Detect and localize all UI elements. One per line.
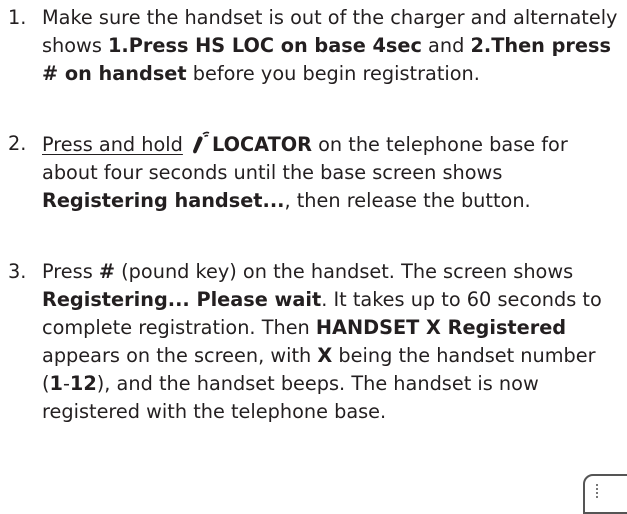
step-number: 2.: [8, 132, 27, 155]
handset-variable: X: [317, 344, 333, 367]
key-name: #: [98, 260, 116, 283]
range-start: 1: [49, 372, 63, 395]
step-text: (pound key) on the handset. The screen s…: [115, 260, 574, 283]
step-number: 3.: [8, 260, 27, 283]
screen-message: 1.Press HS LOC on base 4sec: [108, 34, 422, 57]
step-action: Press and hold: [42, 133, 183, 156]
button-name: LOCATOR: [212, 133, 312, 156]
step-text: appears on the screen, with: [42, 344, 318, 367]
step-3: 3. Press # (pound key) on the handset. T…: [8, 258, 620, 426]
step-text: Press: [42, 260, 99, 283]
step-2: 2. Press and hold LOCATOR on the telepho…: [8, 130, 620, 215]
screen-message: Registering handset...: [42, 189, 285, 212]
step-1: 1. Make sure the handset is out of the c…: [8, 4, 620, 88]
step-text: ), and the handset beeps. The handset is…: [42, 372, 539, 423]
step-text: before you begin registration.: [186, 62, 480, 85]
step-text: and: [421, 34, 471, 57]
screen-message: Registering... Please wait: [42, 288, 322, 311]
screen-message: HANDSET X Registered: [315, 316, 567, 339]
step-number: 1.: [8, 6, 27, 29]
locator-handset-icon: [193, 131, 210, 154]
instruction-document: 1. Make sure the handset is out of the c…: [0, 0, 627, 514]
range-end: 12: [69, 372, 97, 395]
handset-illustration: [583, 474, 627, 514]
range-dash: -: [62, 372, 70, 395]
step-text: , then release the button.: [284, 189, 531, 212]
